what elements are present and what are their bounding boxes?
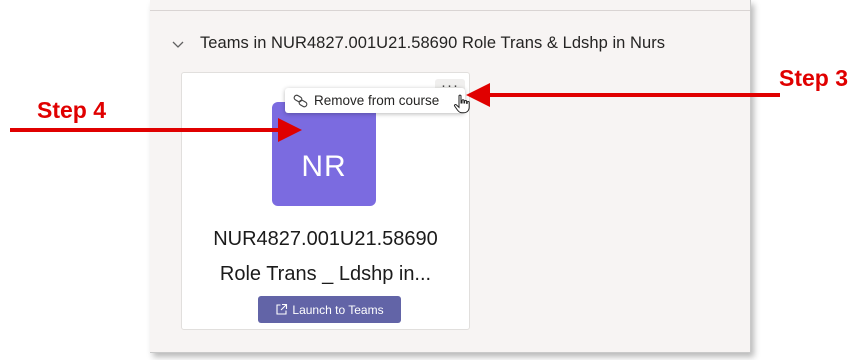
team-name-line1: NUR4827.001U21.58690 xyxy=(213,228,438,250)
avatar-initials: NR xyxy=(301,150,347,183)
unlink-icon xyxy=(293,94,308,107)
teams-section-header[interactable]: Teams in NUR4827.001U21.58690 Role Trans… xyxy=(170,34,665,53)
team-name-line2: Role Trans _ Ldshp in... xyxy=(219,263,432,285)
team-avatar: NR xyxy=(272,102,376,206)
step3-label: Step 3 xyxy=(779,65,849,91)
context-menu: Remove from course xyxy=(285,88,465,113)
teams-panel: Teams in NUR4827.001U21.58690 Role Trans… xyxy=(150,0,751,353)
menu-item-remove-from-course[interactable]: Remove from course xyxy=(314,93,439,108)
screenshot-stage: Teams in NUR4827.001U21.58690 Role Trans… xyxy=(0,0,860,360)
hand-cursor-icon xyxy=(453,94,470,114)
chevron-down-icon[interactable] xyxy=(170,36,186,52)
external-link-icon xyxy=(276,303,288,315)
section-title: Teams in NUR4827.001U21.58690 Role Trans… xyxy=(200,34,666,52)
launch-to-teams-button[interactable]: Launch to Teams xyxy=(258,296,401,323)
step4-label: Step 4 xyxy=(37,97,107,123)
team-card[interactable]: ··· NR Remove from course NUR4827.001U21… xyxy=(181,72,470,330)
panel-divider xyxy=(150,10,750,11)
launch-button-label: Launch to Teams xyxy=(292,302,384,317)
